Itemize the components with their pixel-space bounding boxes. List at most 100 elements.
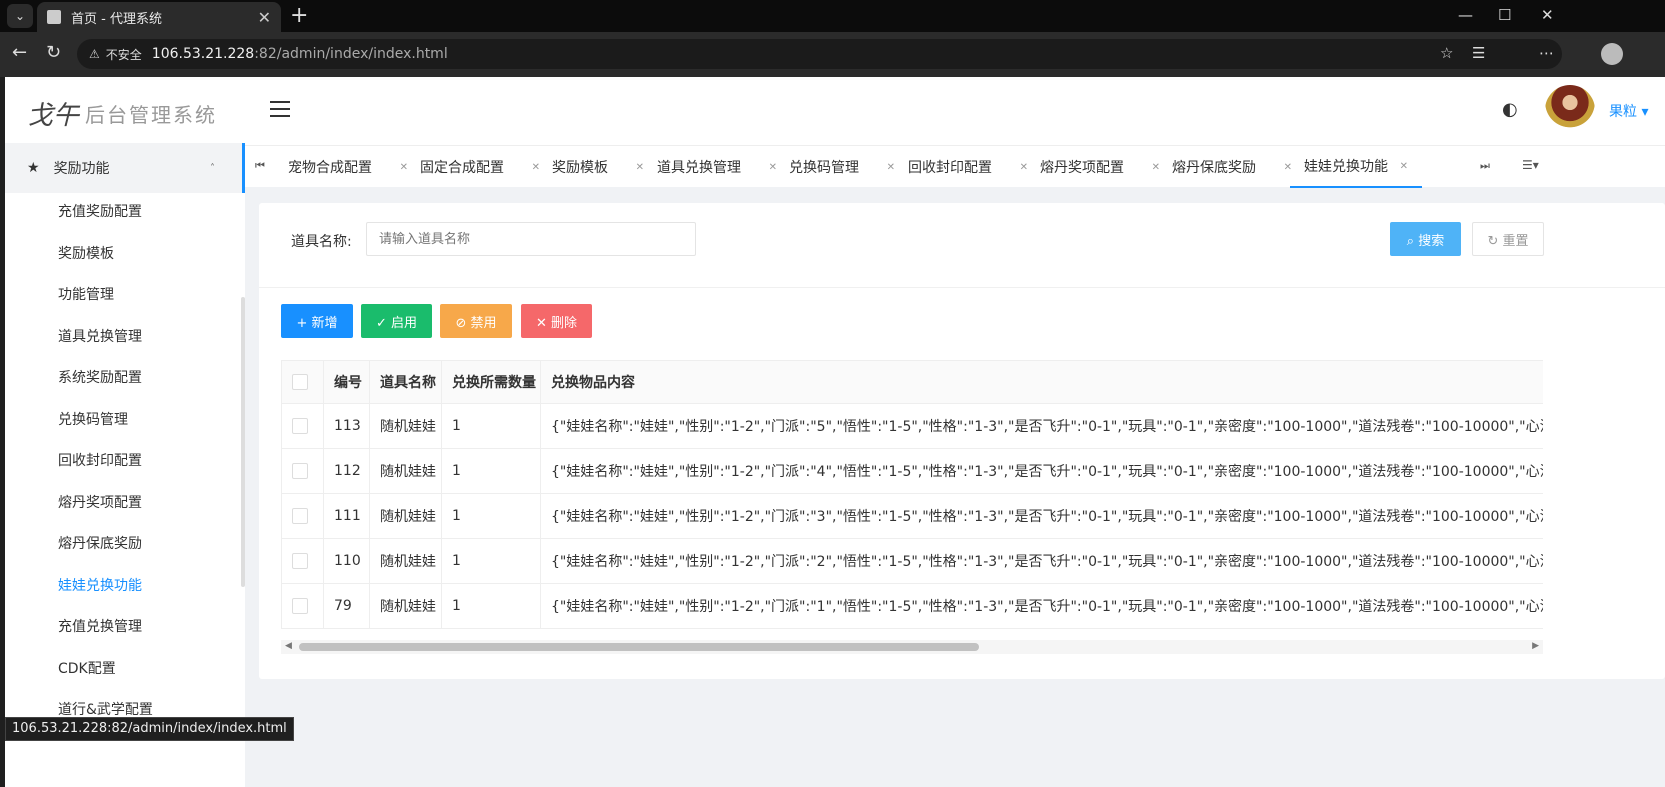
close-icon[interactable]: ✕	[1152, 162, 1160, 173]
page-tabs: ⏮ 宠物合成配置 ✕ 固定合成配置 ✕ 奖励模板 ✕ 道具兑换管理 ✕ 兑换码管理 ✕ 回…	[245, 145, 1665, 188]
sidebar-item-active[interactable]: 娃娃兑换功能	[58, 575, 142, 595]
close-icon[interactable]: ✕	[400, 162, 408, 173]
cell-name: 随机娃娃	[369, 583, 442, 629]
tab[interactable]: 回收封印配置 ✕	[908, 146, 1028, 188]
table-row[interactable]: 79 随机娃娃 1 {"娃娃名称":"娃娃","性别":"1-2","门派":"…	[281, 583, 1543, 629]
tab[interactable]: 兑换码管理 ✕	[789, 146, 895, 188]
caret-down-icon: ▾	[1641, 104, 1649, 120]
url-input[interactable]: ⚠ 不安全 106.53.21.228 :82/admin/index/inde…	[77, 39, 1562, 69]
sidebar-scrollbar[interactable]	[241, 297, 245, 587]
bookmark-star-icon[interactable]: ☆	[1440, 44, 1453, 62]
tab-label: 熔丹奖项配置	[1040, 160, 1124, 176]
tab[interactable]: 熔丹保底奖励 ✕	[1172, 146, 1292, 188]
sidebar-item[interactable]: CDK配置	[58, 658, 116, 678]
browser-tab-title: 首页 - 代理系统	[71, 11, 162, 27]
sidebar-parent-rewards[interactable]: ★ 奖励功能 ˄	[5, 143, 245, 193]
back-icon[interactable]: ←	[12, 42, 27, 63]
sidebar-item[interactable]: 奖励模板	[58, 243, 114, 263]
cell-id: 112	[323, 448, 370, 494]
tab-label: 兑换码管理	[789, 160, 859, 176]
sidebar-item[interactable]: 充值奖励配置	[58, 201, 142, 221]
logo: 戈午 后台管理系统	[27, 95, 217, 132]
tab[interactable]: 宠物合成配置 ✕	[288, 146, 408, 188]
avatar[interactable]	[1545, 85, 1595, 135]
row-checkbox[interactable]	[292, 463, 308, 479]
close-icon[interactable]: ✕	[769, 162, 777, 173]
close-icon[interactable]: ✕	[1020, 162, 1028, 173]
tab-search-button[interactable]: ⌄	[7, 4, 33, 28]
sidebar-item[interactable]: 功能管理	[58, 284, 114, 304]
row-checkbox[interactable]	[292, 418, 308, 434]
sidebar-item[interactable]: 道行&武学配置	[58, 699, 153, 719]
close-window-icon[interactable]: ✕	[1541, 6, 1554, 24]
close-icon[interactable]: ✕	[636, 162, 644, 173]
cell-id: 110	[323, 538, 370, 584]
scroll-right-icon[interactable]: ▶	[1532, 641, 1539, 651]
maximize-icon[interactable]: ☐	[1498, 6, 1511, 24]
user-menu[interactable]: 果粒 ▾	[1609, 101, 1648, 121]
more-options-icon[interactable]: ⋯	[1539, 44, 1554, 62]
reload-icon[interactable]: ↻	[46, 42, 61, 63]
sidebar-item[interactable]: 系统奖励配置	[58, 367, 142, 387]
row-checkbox[interactable]	[292, 508, 308, 524]
logo-mark: 戈午	[27, 101, 80, 131]
sidebar: 戈午 后台管理系统 ★ 奖励功能 ˄ 充值奖励配置 奖励模板 功能管理 道具兑换…	[5, 77, 245, 787]
sidebar-item[interactable]: 充值兑换管理	[58, 616, 142, 636]
close-icon[interactable]: ✕	[1400, 161, 1408, 172]
tab[interactable]: 熔丹奖项配置 ✕	[1040, 146, 1160, 188]
hamburger-menu-icon[interactable]	[270, 101, 290, 117]
minimize-icon[interactable]: —	[1458, 6, 1473, 24]
tab-label: 娃娃兑换功能	[1304, 159, 1388, 175]
row-checkbox[interactable]	[292, 553, 308, 569]
table-horizontal-scrollbar[interactable]: ◀ ▶	[281, 640, 1543, 654]
tab-label: 熔丹保底奖励	[1172, 160, 1256, 176]
sidebar-item[interactable]: 熔丹奖项配置	[58, 492, 142, 512]
row-checkbox[interactable]	[292, 598, 308, 614]
cell-qty: 1	[441, 493, 541, 539]
scrollbar-thumb[interactable]	[299, 643, 979, 651]
cell-content: {"娃娃名称":"娃娃","性别":"1-2","门派":"5","悟性":"1…	[540, 403, 1543, 449]
tabs-more-icon[interactable]: ☰▾	[1522, 158, 1539, 172]
tabs-last-icon[interactable]: ⏭	[1480, 159, 1490, 173]
close-tab-icon[interactable]: ✕	[258, 8, 271, 27]
select-all-checkbox[interactable]	[292, 374, 308, 390]
cell-content: {"娃娃名称":"娃娃","性别":"1-2","门派":"2","悟性":"1…	[540, 538, 1543, 584]
palette-icon[interactable]: ◐	[1502, 99, 1518, 120]
tab[interactable]: 固定合成配置 ✕	[420, 146, 540, 188]
sidebar-item[interactable]: 道具兑换管理	[58, 326, 142, 346]
column-header[interactable]: 兑换所需数量	[441, 360, 541, 404]
tab[interactable]: 道具兑换管理 ✕	[657, 146, 777, 188]
scroll-left-icon[interactable]: ◀	[285, 641, 292, 651]
table-row[interactable]: 111 随机娃娃 1 {"娃娃名称":"娃娃","性别":"1-2","门派":…	[281, 493, 1543, 539]
content-card: 道具名称: ⌕ 搜索 ↻ 重置 + 新增 ✓ 启用 ⊘ 禁用 ✕ 删除 编号 道…	[259, 203, 1665, 679]
cell-qty: 1	[441, 583, 541, 629]
sidebar-item[interactable]: 兑换码管理	[58, 409, 128, 429]
column-header[interactable]: 道具名称	[369, 360, 442, 404]
close-icon[interactable]: ✕	[532, 162, 540, 173]
table-row[interactable]: 110 随机娃娃 1 {"娃娃名称":"娃娃","性别":"1-2","门派":…	[281, 538, 1543, 584]
favorites-icon[interactable]: ☰	[1472, 44, 1485, 62]
sidebar-item[interactable]: 回收封印配置	[58, 450, 142, 470]
profile-avatar[interactable]	[1601, 43, 1623, 65]
sidebar-parent-label: 奖励功能	[53, 161, 110, 177]
tab-label: 宠物合成配置	[288, 160, 372, 176]
tabs-first-icon[interactable]: ⏮	[255, 159, 265, 173]
tab-label: 奖励模板	[552, 160, 608, 176]
column-header[interactable]: 兑换物品内容	[540, 360, 1543, 404]
cell-qty: 1	[441, 403, 541, 449]
table-row[interactable]: 113 随机娃娃 1 {"娃娃名称":"娃娃","性别":"1-2","门派":…	[281, 403, 1543, 449]
cell-content: {"娃娃名称":"娃娃","性别":"1-2","门派":"4","悟性":"1…	[540, 448, 1543, 494]
tab-label: 回收封印配置	[908, 160, 992, 176]
top-header: ◐ 果粒 ▾	[245, 77, 1665, 145]
tab[interactable]: 奖励模板 ✕	[552, 146, 644, 188]
status-url-tooltip: 106.53.21.228:82/admin/index/index.html	[5, 717, 294, 741]
url-host: 106.53.21.228	[151, 46, 255, 62]
sidebar-item[interactable]: 熔丹保底奖励	[58, 533, 142, 553]
table-row[interactable]: 112 随机娃娃 1 {"娃娃名称":"娃娃","性别":"1-2","门派":…	[281, 448, 1543, 494]
close-icon[interactable]: ✕	[887, 162, 895, 173]
data-table: 编号 道具名称 兑换所需数量 兑换物品内容 113 随机娃娃 1 {"娃娃名称"…	[281, 360, 1543, 629]
tab-active[interactable]: 娃娃兑换功能 ✕	[1290, 146, 1422, 188]
browser-tab[interactable]: 首页 - 代理系统 ✕	[37, 2, 281, 32]
new-tab-button[interactable]: +	[290, 4, 308, 28]
column-header[interactable]: 编号	[323, 360, 370, 404]
